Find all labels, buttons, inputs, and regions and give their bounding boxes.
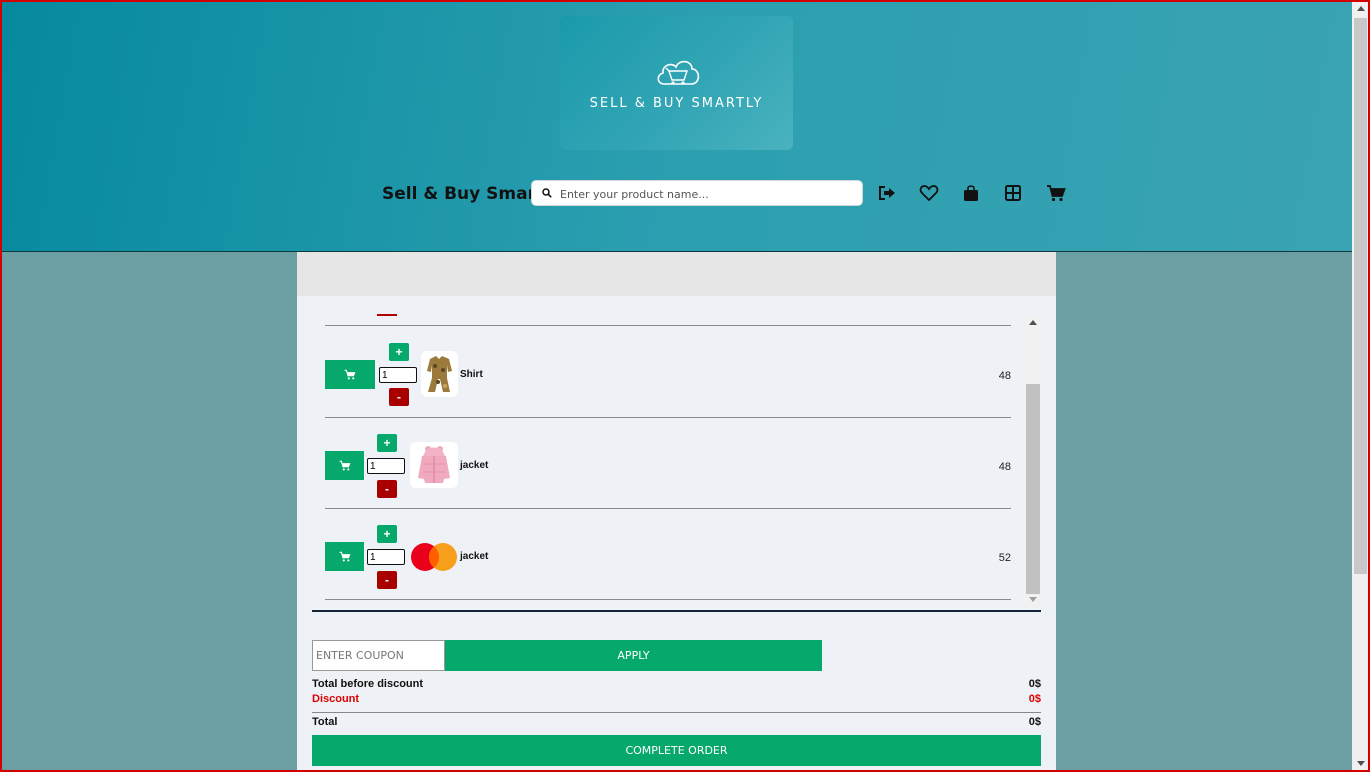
increase-quantity-button[interactable]: + — [389, 343, 409, 361]
cart-item: + - Shirt 48 — [325, 326, 1011, 418]
cart-item: + - jacket 52 — [325, 508, 1011, 600]
site-header: SELL & BUY SMARTLY Sell & Buy Smartly — [0, 0, 1352, 252]
cloud-cart-icon — [657, 60, 700, 85]
product-image — [421, 351, 458, 397]
product-image — [410, 542, 458, 572]
cart-icon — [344, 369, 356, 380]
decrease-quantity-button[interactable]: - — [389, 388, 409, 406]
product-price: 48 — [998, 370, 1011, 382]
complete-order-button[interactable]: COMPLETE ORDER — [312, 735, 1041, 766]
cart-panel: + - Shirt 48 + - — [297, 252, 1056, 772]
discount-label: Discount — [312, 693, 360, 705]
cart-list[interactable]: + - Shirt 48 + - — [325, 314, 1025, 608]
apply-coupon-button[interactable]: APPLY — [445, 640, 822, 671]
product-price: 48 — [998, 461, 1011, 473]
partial-minus-button[interactable] — [377, 314, 397, 316]
cart-list-scrollbar[interactable] — [1026, 314, 1040, 608]
product-name: jacket — [460, 460, 489, 471]
page-scrollbar[interactable] — [1352, 0, 1370, 772]
total-before-discount-label: Total before discount — [312, 678, 424, 690]
total-before-discount-value: 0$ — [1028, 678, 1041, 690]
cart-icon — [339, 460, 350, 471]
quantity-input[interactable] — [379, 367, 417, 383]
page-scrollbar-thumb[interactable] — [1354, 18, 1367, 574]
scroll-down-arrow-icon[interactable] — [1029, 597, 1037, 602]
total-before-discount-row: Total before discount 0$ — [312, 678, 1041, 690]
grid-icon[interactable] — [1003, 183, 1023, 203]
search-icon — [542, 188, 552, 198]
search-box — [531, 180, 863, 206]
cart-icon[interactable] — [1046, 183, 1066, 203]
cart-icon — [339, 551, 350, 562]
decrease-quantity-button[interactable]: - — [377, 571, 397, 589]
total-row: Total 0$ — [312, 716, 1041, 728]
add-to-cart-button[interactable] — [325, 360, 375, 389]
product-price: 52 — [998, 552, 1011, 564]
discount-value: 0$ — [1028, 693, 1041, 705]
increase-quantity-button[interactable]: + — [377, 434, 397, 452]
coupon-input[interactable] — [312, 640, 445, 671]
total-value: 0$ — [1028, 716, 1041, 728]
sign-out-icon[interactable] — [877, 183, 897, 203]
discount-row: Discount 0$ — [312, 693, 1041, 705]
page-scroll-down-arrow-icon[interactable] — [1357, 761, 1365, 766]
scrollbar-thumb[interactable] — [1026, 384, 1040, 594]
shirt-image — [427, 356, 452, 392]
jacket-image — [418, 446, 450, 483]
section-divider — [312, 610, 1041, 612]
product-image — [410, 442, 458, 488]
add-to-cart-button[interactable] — [325, 451, 364, 480]
add-to-cart-button[interactable] — [325, 542, 364, 571]
mastercard-icon — [411, 543, 457, 571]
summary-divider — [312, 712, 1041, 713]
scroll-up-arrow-icon[interactable] — [1029, 320, 1037, 325]
decrease-quantity-button[interactable]: - — [377, 480, 397, 498]
heart-icon[interactable] — [919, 183, 939, 203]
total-label: Total — [312, 716, 338, 728]
shopping-bag-icon[interactable] — [961, 183, 981, 203]
logo[interactable]: SELL & BUY SMARTLY — [560, 16, 793, 150]
product-name: Shirt — [460, 369, 483, 380]
quantity-input[interactable] — [367, 458, 405, 474]
search-input[interactable] — [558, 183, 858, 205]
logo-text: SELL & BUY SMARTLY — [589, 96, 764, 111]
cart-item: + - jacket 48 — [325, 417, 1011, 509]
product-name: jacket — [460, 551, 489, 562]
page-scroll-up-arrow-icon[interactable] — [1357, 6, 1365, 11]
quantity-input[interactable] — [367, 549, 405, 565]
increase-quantity-button[interactable]: + — [377, 525, 397, 543]
panel-top-bar — [297, 252, 1056, 296]
